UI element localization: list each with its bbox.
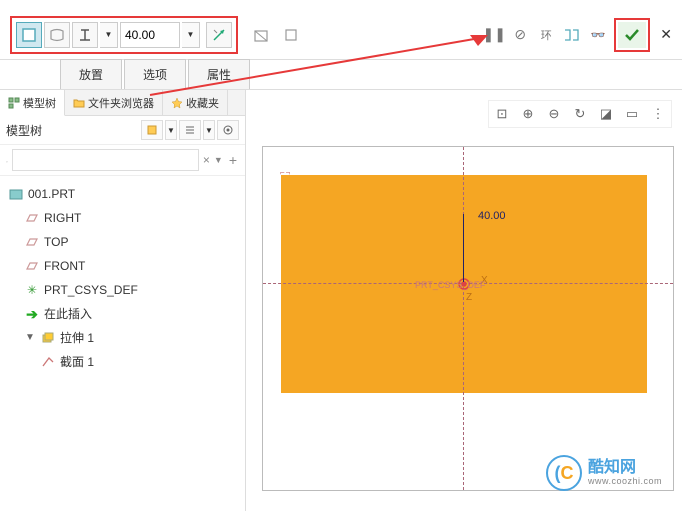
tree-item-label: PRT_CSYS_DEF (44, 281, 138, 299)
navigator-tabs: 模型树 文件夹浏览器 收藏夹 (0, 90, 245, 116)
thicken-button[interactable] (278, 22, 304, 48)
repaint-button[interactable]: ↻ (569, 103, 591, 125)
csys-viewport-label: PRT_CSYS_DEF (415, 280, 485, 290)
plane-icon (24, 259, 40, 273)
confirm-highlight (614, 18, 650, 52)
tree-filter-input[interactable] (12, 149, 199, 171)
dashboard-toolbar: ▼ ▼ ❚❚ ⊘ 环 👓 ✕ (0, 0, 682, 60)
axis-z-label: Z (466, 292, 472, 303)
tree-item-label: TOP (44, 233, 68, 251)
tree-item-top[interactable]: TOP (4, 230, 241, 254)
tree-item-right[interactable]: RIGHT (4, 206, 241, 230)
tab-model-tree-label: 模型树 (23, 95, 56, 111)
tab-file-browser[interactable]: 文件夹浏览器 (65, 90, 163, 115)
filter-icon[interactable] (6, 152, 8, 168)
preview-icon[interactable] (562, 25, 582, 45)
dashboard-sub-tabs: 放置 选项 属性 (0, 60, 682, 90)
watermark-logo: (C (546, 455, 582, 491)
tree-item-label: RIGHT (44, 209, 81, 227)
tab-file-browser-label: 文件夹浏览器 (88, 95, 154, 111)
tree-item-label: FRONT (44, 257, 85, 275)
depth-value-dropdown[interactable]: ▼ (182, 22, 200, 48)
watermark: (C 酷知网 www.coozhi.com (546, 455, 662, 491)
vertical-axis (463, 147, 464, 490)
tree-filter-row: × ▼ + (0, 145, 245, 176)
view-toolbar: ⊡ ⊕ ⊖ ↻ ◪ ▭ ⋮ (488, 100, 672, 128)
feature-controls: ❚❚ ⊘ 环 👓 ✕ (484, 18, 672, 52)
remove-material-button[interactable] (248, 22, 274, 48)
star-icon (171, 97, 183, 109)
dimension-line (463, 214, 464, 282)
model-tree: 001.PRT RIGHT TOP FRONT ✳ PRT_CSYS_DEF ➔… (0, 176, 245, 511)
collapse-icon[interactable]: ▼ (24, 329, 36, 347)
filter-dropdown[interactable]: ▼ (214, 155, 223, 165)
solid-button[interactable] (16, 22, 42, 48)
display-style-button[interactable]: ◪ (595, 103, 617, 125)
view-manager-button[interactable]: ⋮ (647, 103, 669, 125)
zoom-out-button[interactable]: ⊖ (543, 103, 565, 125)
tree-item-csys[interactable]: ✳ PRT_CSYS_DEF (4, 278, 241, 302)
depth-value-input[interactable] (120, 22, 180, 48)
plane-icon (24, 235, 40, 249)
folder-icon (73, 97, 85, 109)
saved-view-button[interactable]: ▭ (621, 103, 643, 125)
canvas-frame: ⌐¬ 40.00 X Z PRT_CSYS_DEF (262, 146, 674, 491)
depth-type-button[interactable] (72, 22, 98, 48)
navigator-panel: 模型树 文件夹浏览器 收藏夹 模型树 ▼ ▼ (0, 90, 246, 511)
tree-item-label: 在此插入 (44, 305, 92, 323)
tree-tool-1[interactable] (141, 120, 163, 140)
tree-tool-2[interactable] (179, 120, 201, 140)
filter-add-button[interactable]: + (227, 152, 239, 168)
verify-icon[interactable]: 环 (536, 25, 556, 45)
zoom-in-button[interactable]: ⊕ (517, 103, 539, 125)
tree-item-label: 截面 1 (60, 353, 94, 371)
sketch-icon (40, 355, 56, 369)
csys-icon: ✳ (24, 283, 40, 297)
confirm-button[interactable] (618, 22, 646, 48)
main-area: 模型树 文件夹浏览器 收藏夹 模型树 ▼ ▼ (0, 90, 682, 511)
plane-icon (24, 211, 40, 225)
surface-button[interactable] (44, 22, 70, 48)
pause-icon[interactable]: ❚❚ (484, 25, 504, 45)
tree-tool-1-dd[interactable]: ▼ (165, 120, 177, 140)
insert-arrow-icon: ➔ (24, 307, 40, 321)
tree-item-insert-here[interactable]: ➔ 在此插入 (4, 302, 241, 326)
tab-placement[interactable]: 放置 (60, 59, 122, 89)
watermark-en: www.coozhi.com (588, 477, 662, 487)
glasses-icon[interactable]: 👓 (588, 25, 608, 45)
tree-item-part[interactable]: 001.PRT (4, 182, 241, 206)
tree-item-front[interactable]: FRONT (4, 254, 241, 278)
tree-item-extrude[interactable]: ▼ 拉伸 1 (4, 326, 241, 350)
depth-options-highlight: ▼ ▼ (10, 16, 238, 54)
tab-favorites[interactable]: 收藏夹 (163, 90, 228, 115)
tree-tool-2-dd[interactable]: ▼ (203, 120, 215, 140)
tree-item-label: 001.PRT (28, 185, 75, 203)
tree-item-label: 拉伸 1 (60, 329, 94, 347)
filter-clear-button[interactable]: × (203, 153, 210, 167)
tab-options[interactable]: 选项 (124, 59, 186, 89)
tab-properties[interactable]: 属性 (188, 59, 250, 89)
flip-direction-button[interactable] (206, 22, 232, 48)
tree-header: 模型树 ▼ ▼ (0, 116, 245, 145)
watermark-cn: 酷知网 (588, 459, 662, 477)
tree-icon (8, 97, 20, 109)
tree-header-label: 模型树 (6, 122, 42, 139)
tab-model-tree[interactable]: 模型树 (0, 90, 65, 116)
depth-type-dropdown[interactable]: ▼ (100, 22, 118, 48)
part-icon (8, 187, 24, 201)
extrude-icon (40, 331, 56, 345)
cancel-button[interactable]: ✕ (660, 26, 672, 43)
tree-item-section[interactable]: 截面 1 (4, 350, 241, 374)
graphics-viewport[interactable]: ⊡ ⊕ ⊖ ↻ ◪ ▭ ⋮ ⌐¬ 40.00 X Z PRT_CSYS_DEF (246, 90, 682, 511)
tree-tools: ▼ ▼ (141, 120, 239, 140)
tab-favorites-label: 收藏夹 (186, 95, 219, 111)
tree-settings-button[interactable] (217, 120, 239, 140)
refit-button[interactable]: ⊡ (491, 103, 513, 125)
dimension-value[interactable]: 40.00 (478, 210, 506, 222)
no-preview-icon[interactable]: ⊘ (510, 25, 530, 45)
